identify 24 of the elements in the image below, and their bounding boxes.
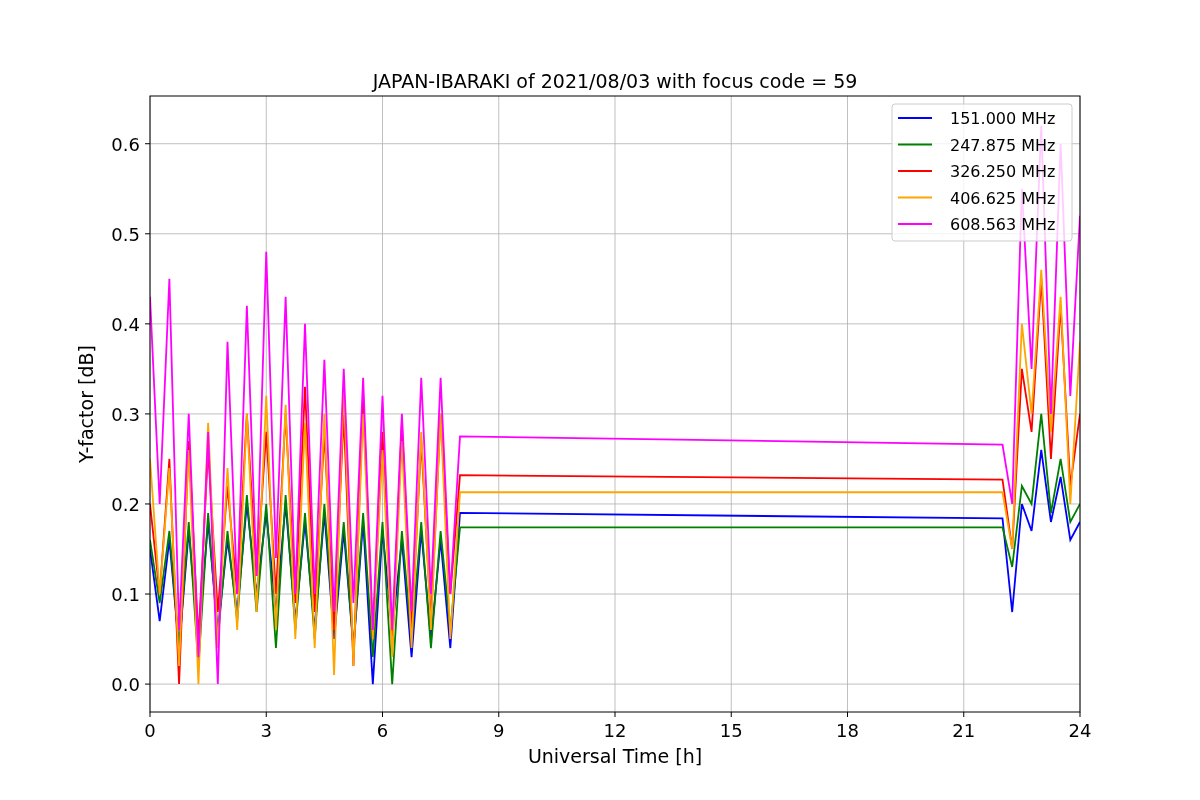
y-tick-label: 0.4 <box>111 313 140 335</box>
x-tick-label: 0 <box>144 720 156 741</box>
legend-label: 247.875 MHz <box>950 135 1056 155</box>
y-tick-label: 0.6 <box>111 133 140 155</box>
x-tick-label: 21 <box>952 720 976 741</box>
chart-title: JAPAN-IBARAKI of 2021/08/03 with focus code = 59 <box>372 70 858 92</box>
legend-label: 151.000 MHz <box>950 109 1056 128</box>
x-tick-label: 18 <box>836 720 859 741</box>
y-tick-label: 0.5 <box>111 223 140 245</box>
legend-label: 406.625 MHz <box>950 188 1056 208</box>
legend-label: 326.250 MHz <box>950 162 1056 181</box>
x-axis-label: Universal Time [h] <box>527 745 703 767</box>
y-tick-label: 0.1 <box>111 584 140 605</box>
y-axis-label: Y-factor [dB] <box>75 345 97 463</box>
x-tick-label: 15 <box>719 720 743 741</box>
x-tick-label: 24 <box>1068 720 1092 741</box>
x-tick-label: 3 <box>260 720 272 741</box>
x-tick-label: 12 <box>603 720 627 741</box>
x-tick-label: 9 <box>493 720 505 741</box>
y-tick-label: 0.0 <box>111 674 140 696</box>
legend-label: 608.563 MHz <box>950 215 1056 234</box>
x-tick-label: 6 <box>376 720 389 741</box>
y-tick-label: 0.3 <box>111 403 140 425</box>
y-tick-label: 0.2 <box>111 493 140 515</box>
